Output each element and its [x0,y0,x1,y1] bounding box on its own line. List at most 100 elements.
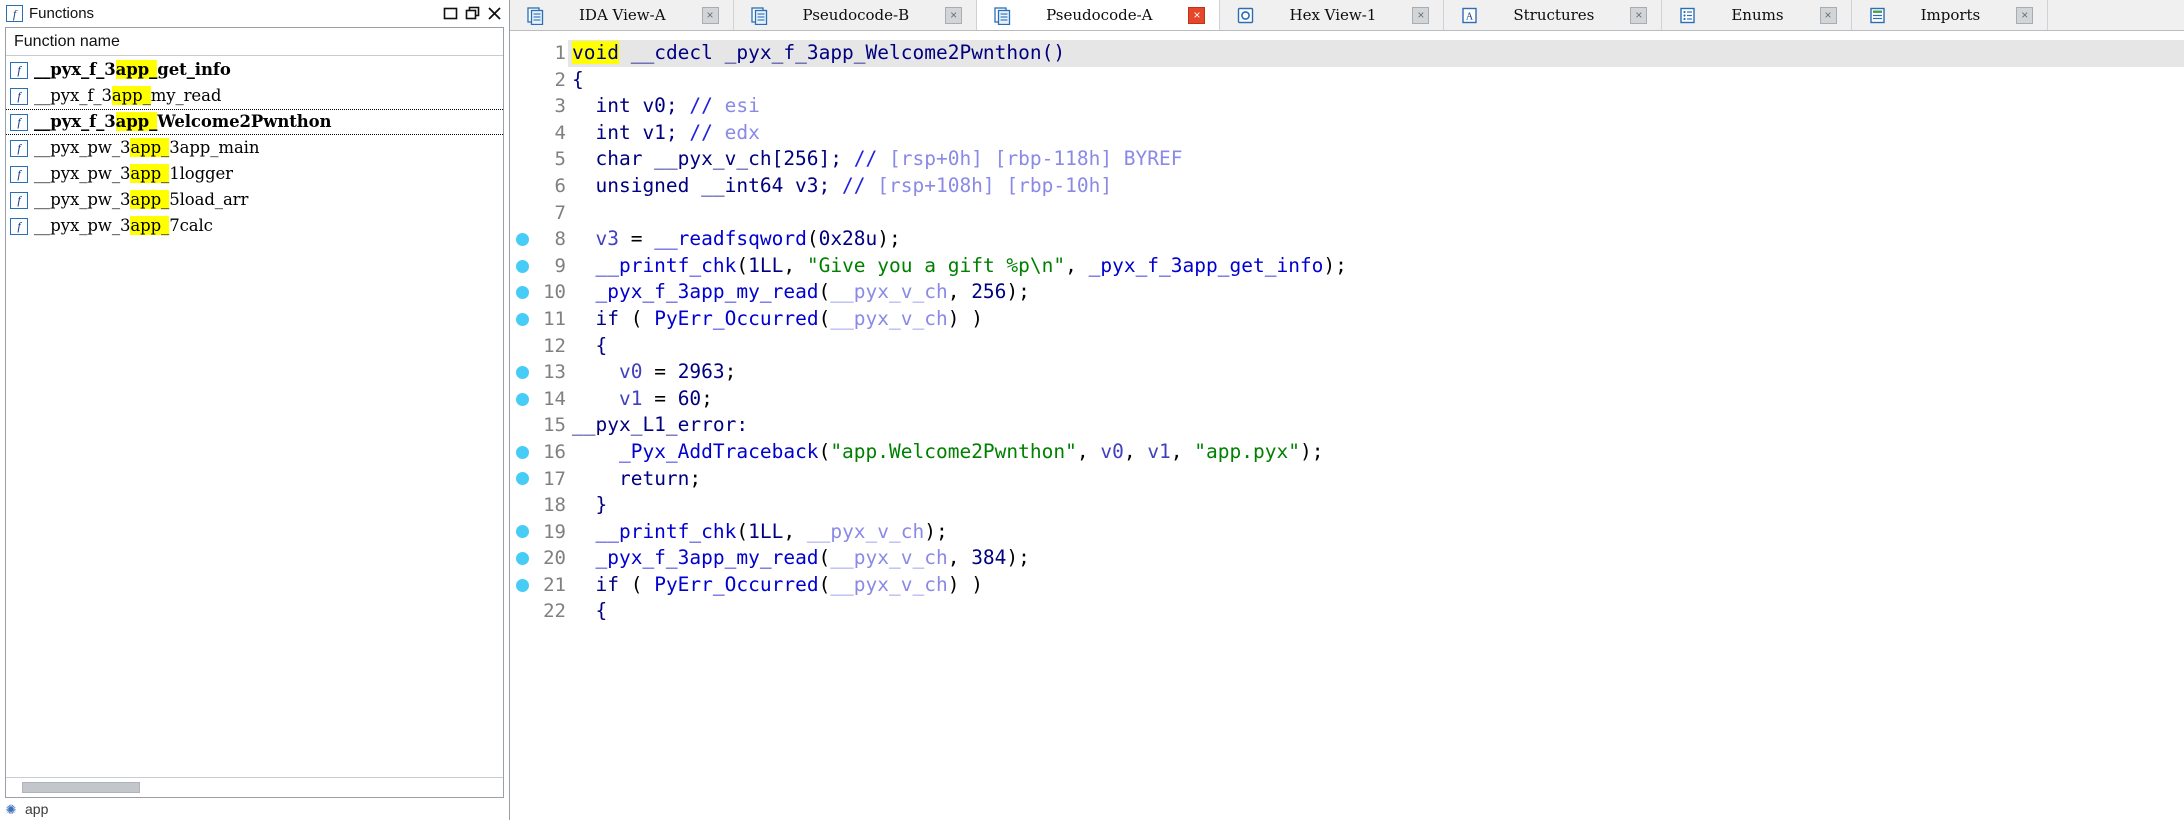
view-tab[interactable]: Imports × [1851,0,2049,30]
function-list-item[interactable]: f __pyx_pw_3app_3app_main [6,135,503,161]
pseudocode-text[interactable]: void __cdecl _pyx_f_3app_Welcome2Pwnthon… [568,31,2184,820]
breakpoint-slot[interactable] [510,306,534,333]
code-line[interactable]: if ( PyErr_Occurred(__pyx_v_ch) ) [568,306,2184,333]
breakpoint-slot[interactable] [510,333,534,360]
breakpoint-slot[interactable] [510,67,534,94]
breakpoint-slot[interactable] [510,173,534,200]
tab-close-icon[interactable]: × [1188,6,1206,24]
code-line[interactable]: _pyx_f_3app_my_read(__pyx_v_ch, 384); [568,545,2184,572]
code-line[interactable]: if ( PyErr_Occurred(__pyx_v_ch) ) [568,572,2184,599]
breakpoint-icon[interactable] [515,445,529,459]
breakpoint-icon[interactable] [515,286,529,300]
breakpoint-slot[interactable] [510,359,534,386]
code-token: __pyx_v_ch [830,546,948,570]
view-tab[interactable]: Pseudocode-B × [733,0,978,30]
view-tab[interactable]: A Structures × [1444,0,1663,30]
code-line[interactable]: __printf_chk(1LL, "Give you a gift %p\n"… [568,253,2184,280]
functions-list[interactable]: f __pyx_f_3app_get_info f __pyx_f_3app_my_r… [6,56,503,777]
code-token: ( [618,572,655,596]
breakpoint-icon[interactable] [515,525,529,539]
code-token: 1LL [748,519,784,543]
code-line[interactable]: _pyx_f_3app_my_read(__pyx_v_ch, 256); [568,279,2184,306]
breakpoint-slot[interactable] [510,93,534,120]
line-number: 2 [554,68,566,91]
breakpoint-slot[interactable] [510,40,534,67]
code-token: = [642,360,678,384]
function-list-item[interactable]: f __pyx_pw_3app_5load_arr [6,187,503,213]
functions-column-header[interactable]: Function name [6,28,503,56]
function-list-item[interactable]: f __pyx_f_3app_my_read [6,83,503,109]
breakpoint-slot[interactable] [510,466,534,493]
breakpoint-icon[interactable] [515,578,529,592]
code-line[interactable]: int v1; // edx [568,120,2184,147]
view-tab[interactable]: Pseudocode-A × [977,0,1221,30]
code-line[interactable]: __printf_chk(1LL, __pyx_v_ch); [568,519,2184,546]
breakpoint-gutter[interactable] [510,31,534,820]
breakpoint-slot[interactable] [510,279,534,306]
code-line[interactable]: { [568,598,2184,625]
function-list-item[interactable]: f __pyx_pw_3app_7calc [6,213,503,239]
view-tab[interactable]: Hex View-1 × [1220,0,1445,30]
tab-close-icon[interactable]: × [1819,6,1837,24]
tab-close-icon[interactable]: × [2016,6,2034,24]
breakpoint-slot[interactable] [510,253,534,280]
code-line[interactable]: { [568,67,2184,94]
breakpoint-slot[interactable] [510,120,534,147]
tab-close-icon[interactable]: × [945,6,963,24]
function-list-item[interactable]: f __pyx_f_3app_Welcome2Pwnthon [6,109,503,135]
close-button[interactable] [483,4,505,24]
code-line[interactable]: v3 = __readfsqword(0x28u); [568,226,2184,253]
breakpoint-slot[interactable] [510,439,534,466]
code-line[interactable]: return; [568,466,2184,493]
code-token: return [618,466,690,490]
view-tab[interactable]: IDA View-A × [510,0,734,30]
breakpoint-icon[interactable] [515,552,529,566]
pseudocode-view[interactable]: 1 2 3 4 5 6 7 8 9 10 11 12 13 14 15 16 17 18 19 20 21 22 void… [510,31,2184,820]
code-line[interactable]: v0 = 2963; [568,359,2184,386]
function-name-label: __pyx_pw_3app_3app_main [34,137,260,157]
breakpoint-slot[interactable] [510,519,534,546]
tab-close-icon[interactable]: × [1630,6,1648,24]
code-line[interactable]: _Pyx_AddTraceback("app.Welcome2Pwnthon",… [568,439,2184,466]
breakpoint-slot[interactable] [510,572,534,599]
breakpoint-icon[interactable] [515,365,529,379]
view-tabbar[interactable]: IDA View-A × Pseudocode-B × Pseudocode-A × Hex… [510,0,2184,31]
line-number: 6 [554,174,566,197]
scrollbar-thumb[interactable] [22,782,140,793]
view-tab[interactable]: Enums × [1662,0,1852,30]
code-line[interactable]: int v0; // esi [568,93,2184,120]
function-list-item[interactable]: f __pyx_pw_3app_1logger [6,161,503,187]
code-line[interactable]: unsigned __int64 v3; // [rsp+108h] [rbp-… [568,173,2184,200]
breakpoint-slot[interactable] [510,386,534,413]
code-token: if [595,306,619,330]
breakpoint-slot[interactable] [510,146,534,173]
breakpoint-icon[interactable] [515,232,529,246]
breakpoint-icon[interactable] [515,472,529,486]
functions-horizontal-scrollbar[interactable] [6,777,503,797]
code-line[interactable]: char __pyx_v_ch[256]; // [rsp+0h] [rbp-1… [568,146,2184,173]
breakpoint-slot[interactable] [510,200,534,227]
code-line[interactable]: void __cdecl _pyx_f_3app_Welcome2Pwnthon… [568,40,2184,67]
breakpoint-slot[interactable] [510,492,534,519]
breakpoint-slot[interactable] [510,226,534,253]
breakpoint-icon[interactable] [515,392,529,406]
breakpoint-slot[interactable] [510,412,534,439]
breakpoint-slot[interactable] [510,545,534,572]
breakpoint-slot[interactable] [510,598,534,625]
code-line[interactable]: v1 = 60; [568,386,2184,413]
maximize-button[interactable] [461,4,483,24]
code-line[interactable] [568,200,2184,227]
code-line[interactable]: { [568,333,2184,360]
breakpoint-icon[interactable] [515,259,529,273]
code-token: , [1076,439,1101,463]
code-line[interactable]: } [568,492,2184,519]
tab-close-icon[interactable]: × [701,6,719,24]
tab-close-icon[interactable]: × [1412,6,1430,24]
function-list-item[interactable]: f __pyx_f_3app_get_info [6,57,503,83]
code-token: ); [1006,280,1030,304]
breakpoint-icon[interactable] [515,312,529,326]
code-line[interactable]: __pyx_L1_error: [568,412,2184,439]
code-token: __pyx_v_ch [830,572,948,596]
restore-button[interactable] [439,4,461,24]
